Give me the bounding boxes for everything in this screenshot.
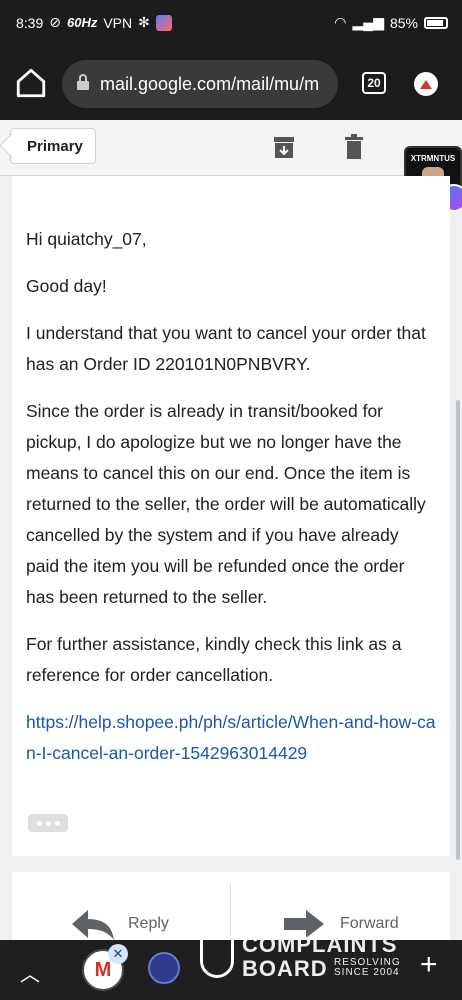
browser-toolbar: mail.google.com/mail/mu/m 20: [0, 46, 462, 120]
status-left: 8:39 ⊘ 60Hz VPN ✻: [16, 14, 172, 31]
plus-icon[interactable]: +: [420, 948, 438, 982]
battery-percent: 85%: [389, 14, 418, 31]
url-bar[interactable]: mail.google.com/mail/mu/m: [62, 60, 338, 108]
complaintsboard-watermark: COMPLAINTS BOARD RESOLVING SINCE 2004: [200, 930, 422, 984]
mail-toolbar: Primary: [0, 120, 462, 176]
watermark-sub2: SINCE 2004: [334, 967, 400, 978]
chat-head-label: XTRMNTUS: [410, 154, 456, 163]
close-icon[interactable]: ✕: [108, 944, 128, 964]
refresh-rate: 60Hz: [66, 15, 98, 30]
scrollbar[interactable]: [456, 400, 460, 860]
back-to-primary-button[interactable]: Primary: [10, 128, 96, 164]
app-notification-icon: [155, 14, 172, 31]
home-icon[interactable]: [14, 66, 48, 100]
app-bubble-icon[interactable]: [148, 952, 180, 984]
battery-icon: [424, 16, 448, 29]
wifi-icon: ◠: [334, 14, 347, 30]
email-body: Hi quiatchy_07, Good day! I understand t…: [12, 176, 450, 769]
reply-icon: [72, 910, 114, 940]
email-paragraph-order: I understand that you want to cancel you…: [26, 323, 426, 374]
reply-button[interactable]: Reply: [70, 908, 169, 940]
email-greeting: Hi quiatchy_07,: [26, 229, 147, 249]
alarm-off-icon: ⊘: [49, 14, 61, 30]
email-paragraph-assistance: For further assistance, kindly check thi…: [26, 634, 402, 685]
watermark-subtext: RESOLVING SINCE 2004: [334, 958, 401, 978]
fan-icon: ✻: [138, 14, 150, 30]
show-trimmed-content-button[interactable]: [28, 814, 68, 832]
clock: 8:39: [16, 14, 44, 31]
watermark-line2: BOARD: [242, 956, 328, 981]
chevron-up-icon[interactable]: ︿: [20, 958, 40, 987]
status-right: ◠ ▂▄▆ 85%: [334, 14, 448, 31]
watermark-line1: COMPLAINTS: [242, 932, 398, 957]
tab-switcher-button[interactable]: 20: [362, 72, 386, 94]
status-bar: 8:39 ⊘ 60Hz VPN ✻ ◠ ▂▄▆ 85%: [0, 0, 462, 46]
email-salutation: Good day!: [26, 276, 107, 296]
signal-icon: ▂▄▆: [352, 14, 384, 30]
email-paragraph-transit: Since the order is already in transit/bo…: [26, 401, 426, 607]
email-message: Hi quiatchy_07, Good day! I understand t…: [12, 176, 450, 856]
vpn-label: VPN: [103, 14, 133, 31]
url-text: mail.google.com/mail/mu/m: [100, 73, 320, 94]
primary-label: Primary: [27, 137, 83, 155]
trash-icon[interactable]: [342, 134, 366, 160]
update-icon[interactable]: [414, 72, 438, 96]
archive-icon[interactable]: [272, 134, 296, 160]
shield-logo-icon: [200, 936, 234, 978]
reply-label: Reply: [128, 915, 169, 932]
lock-icon: [76, 73, 90, 95]
help-article-link[interactable]: https://help.shopee.ph/ph/s/article/When…: [26, 712, 436, 763]
